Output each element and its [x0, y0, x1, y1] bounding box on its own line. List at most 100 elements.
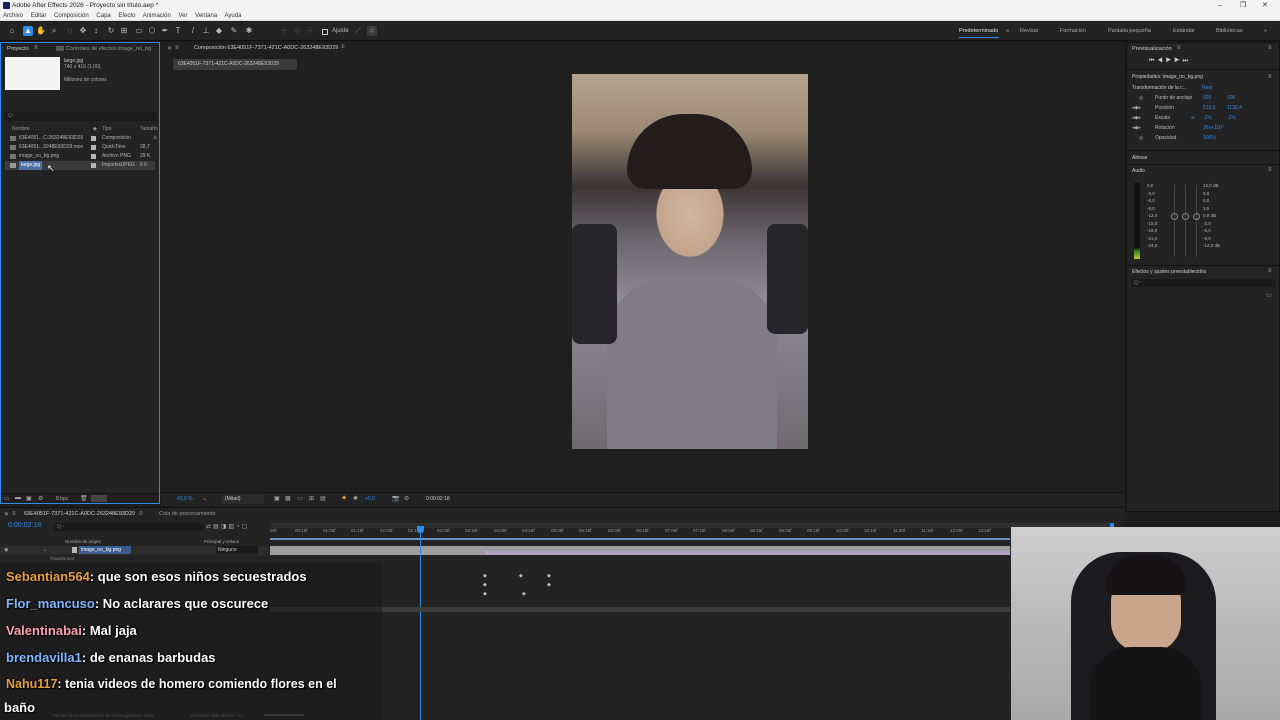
column-parent-link[interactable]: Principal y enlace	[204, 539, 239, 544]
menu-ver[interactable]: Ver	[178, 13, 187, 19]
tab-render-queue[interactable]: Cola de procesamiento	[159, 511, 216, 517]
keyframe-marker[interactable]: ◆	[483, 591, 487, 597]
panel-menu-icon[interactable]: ≡	[1268, 74, 1272, 80]
tab-composition[interactable]: Composición 63E4051F-7371-421C-A0DC-2632…	[194, 45, 338, 51]
panel-options-icon[interactable]: ≡	[341, 44, 345, 50]
tab-proyecto[interactable]: Proyecto	[7, 46, 29, 52]
brush-tool-icon[interactable]: /	[188, 26, 198, 36]
show-snapshot-icon[interactable]: ⊘	[404, 495, 409, 502]
workspace-bibliotecas[interactable]: Bibliotecas	[1216, 28, 1243, 34]
panel-menu-icon[interactable]: ≡	[1268, 167, 1272, 173]
audio-fader-left[interactable]	[1171, 213, 1178, 220]
expand-arrow-icon[interactable]: ⌄	[43, 547, 47, 553]
item-name-editing[interactable]: large.jpg	[19, 161, 43, 170]
roto-brush-tool-icon[interactable]: ✎	[229, 26, 239, 36]
snap-options-icon[interactable]: ⟋	[353, 26, 363, 36]
parent-dropdown[interactable]: Ninguno	[216, 546, 258, 554]
zoom-tool-icon[interactable]: ⌕	[49, 26, 59, 36]
new-composition-icon[interactable]: ▣	[26, 495, 32, 502]
exposure-reset-icon[interactable]: ✺	[353, 495, 358, 502]
new-preset-icon[interactable]: ▭	[1266, 292, 1272, 299]
selection-tool-icon[interactable]: ▲	[23, 26, 33, 36]
region-of-interest-icon[interactable]: ▣	[274, 495, 280, 502]
interpret-footage-icon[interactable]: ▭	[4, 495, 10, 502]
settings-icon[interactable]: ⚙	[38, 495, 43, 502]
frame-blending-icon[interactable]: ▥	[228, 524, 236, 530]
property-value-x[interactable]: 519,5	[1203, 105, 1216, 111]
maximize-button[interactable]: ❐	[1240, 0, 1246, 11]
project-list-item[interactable]: 63E4051...C-263248E93D29 Composición ⚠	[5, 134, 157, 143]
close-button[interactable]: ✕	[1262, 0, 1268, 11]
timeline-layer-row[interactable]: ◉ ⌄ image_no_bg.png Ninguno	[0, 546, 268, 555]
current-time-display[interactable]: 0:00:02:18	[8, 522, 41, 529]
bpc-toggle[interactable]: 8 bpc	[56, 496, 68, 502]
timeline-search-input[interactable]: Q~	[54, 523, 204, 531]
draft-3d-icon[interactable]: ▤	[213, 524, 221, 530]
property-value-y[interactable]: 1130,4	[1227, 105, 1242, 111]
home-icon[interactable]: ⌂	[7, 26, 17, 36]
clone-stamp-tool-icon[interactable]: ⊥	[201, 26, 211, 36]
property-value-y[interactable]: 206	[1227, 95, 1235, 101]
project-list-item[interactable]: large.jpg ImportedJPEG 6 K	[5, 161, 155, 170]
axis-view-icon[interactable]: ⊹	[305, 26, 315, 36]
keyframe-nav-icon[interactable]: ◂◆▸	[1132, 105, 1141, 111]
keyframe-marker[interactable]: ◆	[547, 573, 551, 579]
transparency-grid-icon[interactable]: ▦	[285, 495, 291, 502]
panel-menu-icon[interactable]: ≡	[1177, 45, 1181, 51]
shape-tool-icon[interactable]: ⬡	[147, 26, 157, 36]
menu-editar[interactable]: Editar	[31, 13, 47, 19]
menu-capa[interactable]: Capa	[96, 13, 110, 19]
layer-duration-bar[interactable]	[270, 546, 1010, 555]
exposure-value[interactable]: +0,0	[365, 496, 375, 502]
last-frame-icon[interactable]: ⏭	[1182, 58, 1190, 64]
new-folder-icon[interactable]: ▬	[15, 495, 21, 501]
type-tool-icon[interactable]: T	[173, 26, 183, 36]
panel-overflow-icon[interactable]: ≡	[1268, 45, 1272, 51]
panel-menu-icon[interactable]: ≡	[12, 511, 16, 517]
workspace-revisar[interactable]: Revisar	[1020, 28, 1039, 34]
viewer-timecode[interactable]: 0:00:02:18	[426, 496, 450, 502]
preview-panel-title[interactable]: Previsualización	[1132, 46, 1172, 52]
keyframe-nav-icon[interactable]: ◂◆▸	[1132, 125, 1141, 131]
workspace-menu-icon[interactable]: ≡	[1006, 28, 1009, 34]
keyframe-nav-icon[interactable]: ◂◆▸	[1132, 115, 1141, 121]
column-source-name[interactable]: Nombre de origen	[65, 539, 101, 544]
menu-ventana[interactable]: Ventana	[195, 13, 217, 19]
play-icon[interactable]: ▶	[1166, 58, 1174, 64]
keyframe-marker[interactable]: ◆	[483, 573, 487, 579]
keyframe-marker[interactable]: ◆	[483, 582, 487, 588]
channel-icon[interactable]: ▤	[320, 495, 326, 502]
panel-close-icon[interactable]: ✕	[167, 45, 172, 52]
composition-viewer-frame[interactable]	[572, 74, 808, 449]
column-tipo[interactable]: Tipo	[102, 125, 112, 134]
label-color-swatch[interactable]	[91, 136, 96, 141]
snap-checkbox[interactable]	[322, 29, 328, 35]
label-color-swatch[interactable]	[91, 145, 96, 150]
snapshot-icon[interactable]: 📷	[392, 495, 399, 502]
prev-frame-icon[interactable]: ◀	[1157, 58, 1165, 64]
project-list-item[interactable]: 63E4051...3248E93D29.mov QuickTime 28,7	[5, 143, 155, 152]
panel-menu-icon[interactable]: ≡	[34, 45, 38, 51]
composition-breadcrumb[interactable]: 63E4051F-7371-421C-A0DC-263248E93D29	[173, 59, 297, 70]
workspace-overflow-icon[interactable]: »	[1264, 28, 1267, 34]
resolution-dropdown[interactable]: (Mitad)	[222, 495, 264, 504]
playhead-handle[interactable]	[417, 526, 424, 533]
transform-group[interactable]: Transformar	[50, 556, 74, 561]
audio-fader-right[interactable]	[1193, 213, 1200, 220]
puppet-tool-icon[interactable]: ✱	[244, 26, 254, 36]
project-list-item[interactable]: image_no_bg.png Archivo PNG 29 K	[5, 152, 155, 161]
audio-fader-master[interactable]	[1182, 213, 1189, 220]
workspace-formacion[interactable]: Formación	[1060, 28, 1086, 34]
graph-editor-icon[interactable]: ▢	[242, 524, 250, 530]
workspace-pantalla-pequena[interactable]: Pantalla pequeña	[1108, 28, 1151, 34]
comp-flowchart-icon[interactable]: ⇄	[206, 524, 213, 530]
grid-icon[interactable]: ⊞	[309, 495, 314, 502]
property-value[interactable]: 36x+110°	[1203, 125, 1224, 131]
eraser-tool-icon[interactable]: ◆	[214, 26, 224, 36]
work-area-bar[interactable]	[270, 538, 1010, 540]
keyframe-marker[interactable]: ◆	[519, 573, 523, 579]
pan-tool-icon[interactable]: ✥	[78, 26, 88, 36]
panel-close-icon[interactable]: ✕	[4, 511, 9, 518]
hand-tool-icon[interactable]: ✋	[36, 26, 46, 36]
menu-animacion[interactable]: Animación	[143, 13, 171, 19]
